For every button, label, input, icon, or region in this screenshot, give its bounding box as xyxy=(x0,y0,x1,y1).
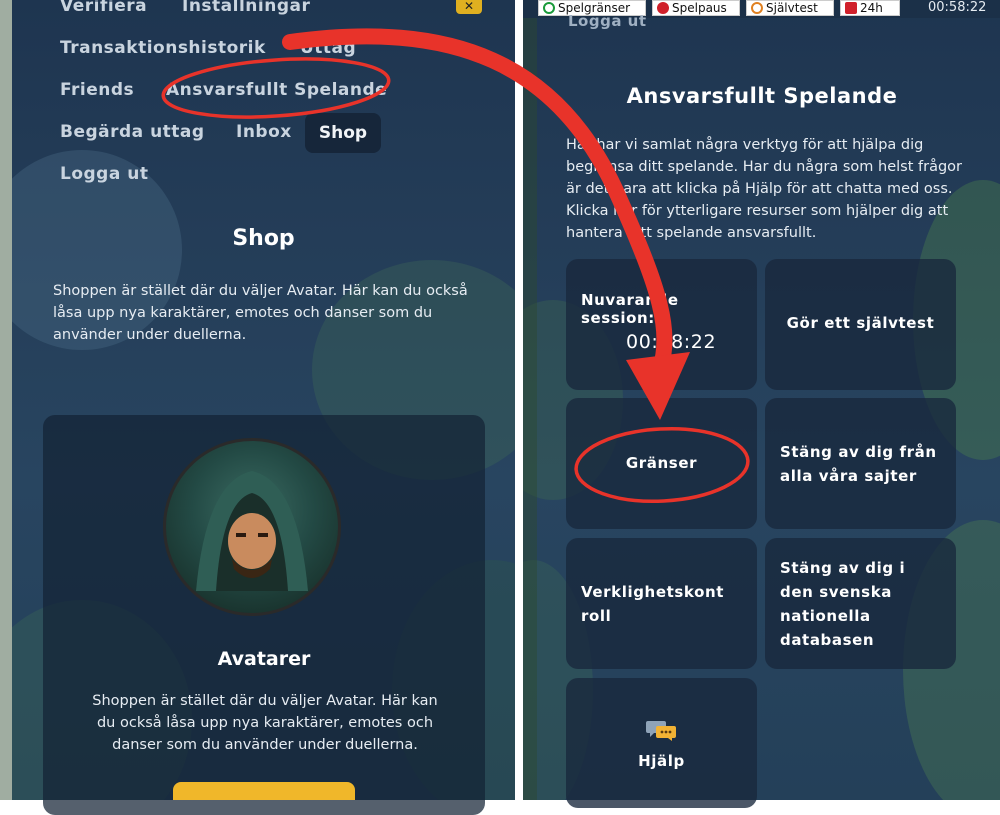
tile-stang-svenska-databas[interactable]: Stäng av dig i den svenska nationella da… xyxy=(765,538,956,669)
sjalvtest-button[interactable]: Självtest xyxy=(746,0,834,16)
ansvarsfullt-title: Ansvarsfullt Spelande xyxy=(626,84,898,108)
nav-link-inbox[interactable]: Inbox xyxy=(236,122,292,142)
avatarer-button[interactable] xyxy=(173,782,355,800)
close-icon[interactable]: ✕ xyxy=(456,0,482,14)
session-clock: 00:58:22 xyxy=(928,0,987,15)
tile-hjalp-label: Hjälp xyxy=(638,752,685,770)
spelgranser-icon xyxy=(543,2,555,14)
tile-stang-alla-sajter[interactable]: Stäng av dig från alla våra sajter xyxy=(765,398,956,529)
avatarer-title: Avatarer xyxy=(217,648,311,670)
chat-bubble-icon xyxy=(646,721,676,741)
nav-link-verifiera[interactable]: Verifiera xyxy=(60,0,147,16)
avatarer-text: Shoppen är stället där du väljer Avatar.… xyxy=(92,693,438,753)
tile-stang-alla-label: Stäng av dig från alla våra sajter xyxy=(780,443,937,485)
tile-sjalvtest[interactable]: Gör ett självtest xyxy=(765,259,956,390)
tile-verklighet-label: Verklighetskontroll xyxy=(581,583,725,625)
spelpaus-button[interactable]: Spelpaus xyxy=(652,0,740,16)
tile-sjalvtest-label: Gör ett självtest xyxy=(786,314,935,332)
session-label: Nuvarande session: xyxy=(581,291,679,327)
avatar-illustration xyxy=(196,471,308,591)
time-limit-label: 24h xyxy=(860,1,883,15)
tile-hjalp[interactable]: Hjälp xyxy=(566,678,757,808)
nav-link-uttag[interactable]: Uttag xyxy=(300,38,356,58)
logga-ut-partial[interactable]: Logga ut xyxy=(568,12,647,30)
tile-current-session: Nuvarande session: 00:58:22 xyxy=(566,259,757,390)
nav-link-transaktionshistorik[interactable]: Transaktionshistorik xyxy=(60,38,266,58)
sjalvtest-label: Självtest xyxy=(766,1,818,15)
stop-icon xyxy=(845,2,857,14)
sjalvtest-icon xyxy=(751,2,763,14)
nav-link-logga-ut[interactable]: Logga ut xyxy=(60,164,148,184)
left-edge-strip xyxy=(0,0,12,800)
session-time: 00:58:22 xyxy=(626,331,717,353)
time-limit-badge[interactable]: 24h xyxy=(840,0,900,16)
ansvarsfullt-intro: Här har vi samlat några verktyg för att … xyxy=(566,137,962,241)
tile-granser[interactable]: Gränser xyxy=(566,398,757,529)
tile-stang-svenska-label: Stäng av dig i den svenska nationella da… xyxy=(780,559,906,649)
right-edge-strip xyxy=(523,0,537,800)
nav-link-ansvarsfullt-spelande[interactable]: Ansvarsfullt Spelande xyxy=(166,80,387,100)
panel-divider xyxy=(515,0,523,800)
spelpaus-icon xyxy=(657,2,669,14)
nav-link-shop-active[interactable]: Shop xyxy=(305,113,381,153)
avatar-image xyxy=(163,438,341,616)
shop-section-title: Shop xyxy=(232,226,295,251)
spelpaus-label: Spelpaus xyxy=(672,1,727,15)
tile-verklighetskontroll[interactable]: Verklighetskontroll xyxy=(566,538,757,669)
tile-granser-label: Gränser xyxy=(625,454,698,472)
nav-link-installningar[interactable]: Inställningar xyxy=(182,0,310,16)
nav-link-friends[interactable]: Friends xyxy=(60,80,134,100)
nav-link-begarda-uttag[interactable]: Begärda uttag xyxy=(60,122,205,142)
shop-section-text: Shoppen är stället där du väljer Avatar.… xyxy=(53,283,468,343)
